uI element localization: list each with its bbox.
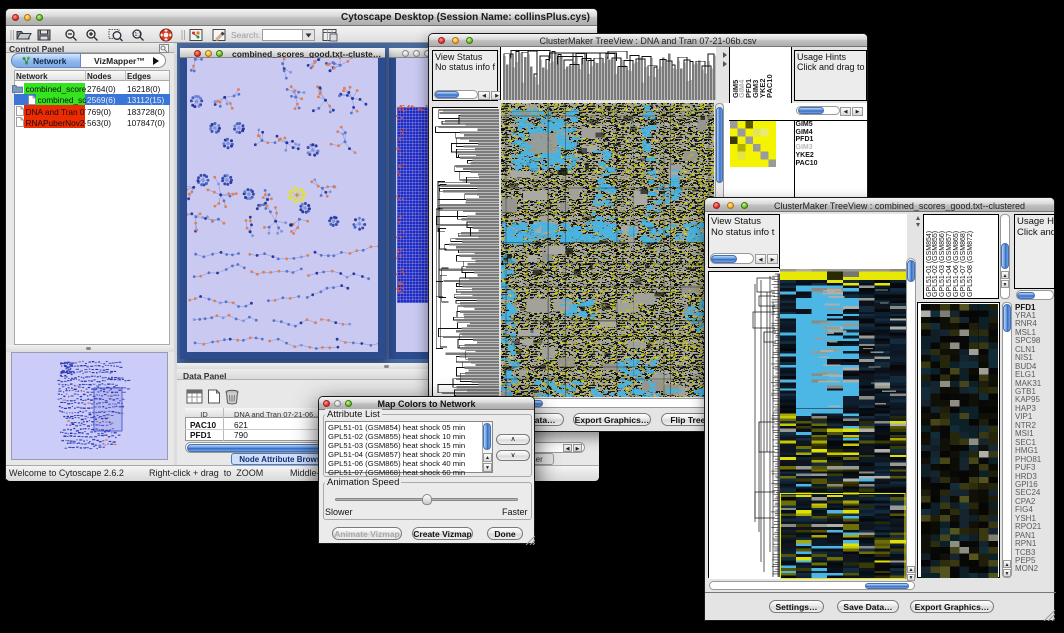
svg-text:Search:: Search: xyxy=(231,30,260,40)
svg-text:1:1: 1:1 xyxy=(135,32,142,38)
